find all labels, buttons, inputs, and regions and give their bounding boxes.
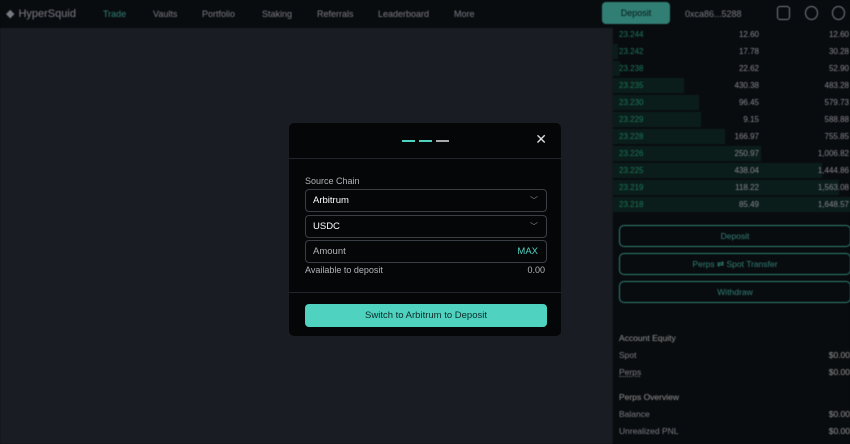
gear-icon[interactable]	[832, 6, 845, 20]
size: 17.78	[738, 47, 759, 56]
size: 166.97	[734, 132, 759, 141]
orderbook-row[interactable]: 23.226 250.97 1,006.82	[613, 145, 850, 162]
orderbook-row[interactable]: 23.244 12.60 12.60	[613, 26, 850, 43]
transfer-button[interactable]: Perps ⇄ Spot Transfer	[619, 253, 850, 275]
perps-label: Perps	[619, 367, 642, 377]
nav-staking[interactable]: Staking	[262, 9, 292, 19]
orderbook-row[interactable]: 23.242 17.78 30.28	[613, 43, 850, 60]
nav-trade[interactable]: Trade	[103, 9, 126, 19]
size: 250.97	[734, 149, 759, 158]
globe-icon[interactable]	[805, 6, 818, 20]
nav-referrals[interactable]: Referrals	[317, 9, 354, 19]
orderbook-row[interactable]: 23.228 166.97 755.85	[613, 128, 850, 145]
upnl-value: $0.00	[828, 426, 850, 436]
nav-portfolio[interactable]: Portfolio	[202, 9, 235, 19]
price: 23.235	[619, 81, 644, 90]
orderbook-row[interactable]: 23.235 430.38 483.28	[613, 77, 850, 94]
orderbook-row[interactable]: 23.238 22.62 52.90	[613, 60, 850, 77]
available-value: 0.00	[527, 265, 545, 275]
step-3	[436, 140, 449, 142]
nav-more[interactable]: More	[454, 9, 475, 19]
header-deposit-button[interactable]: Deposit	[602, 2, 670, 24]
size: 9.15	[743, 115, 759, 124]
price: 23.219	[619, 183, 644, 192]
divider	[289, 158, 561, 159]
right-panel: 23.244 12.60 12.60 23.242 17.78 30.28 23.238 22…	[612, 28, 850, 444]
balance-label: Balance	[619, 409, 650, 419]
source-chain-label: Source Chain	[305, 176, 360, 186]
perps-value: $0.00	[828, 367, 850, 377]
total: 1,444.86	[817, 166, 849, 175]
deposit-modal: ✕ Source Chain Arbitrum ﹀ USDC ﹀ Amount MAX…	[288, 122, 562, 337]
total: 52.90	[828, 64, 849, 73]
total: 588.88	[824, 115, 849, 124]
total: 483.28	[824, 81, 849, 90]
orderbook-row[interactable]: 23.229 9.15 588.88	[613, 111, 850, 128]
size: 96.45	[738, 98, 759, 107]
total: 755.85	[824, 132, 849, 141]
spot-label: Spot	[619, 350, 637, 360]
chevron-down-icon: ﹀	[530, 222, 538, 231]
price: 23.242	[619, 47, 644, 56]
orderbook-row[interactable]: 23.230 96.45 579.73	[613, 94, 850, 111]
top-nav: ◆ HyperSquid Trade Vaults Portfolio Staki…	[0, 0, 850, 28]
size: 85.49	[738, 200, 759, 209]
total: 579.73	[824, 98, 849, 107]
orderbook-row[interactable]: 23.218 85.49 1,648.57	[613, 196, 850, 213]
orderbook-row[interactable]: 23.225 438.04 1,444.86	[613, 162, 850, 179]
total: 1,006.82	[817, 149, 849, 158]
price: 23.225	[619, 166, 644, 175]
switch-network-button[interactable]: Switch to Arbitrum to Deposit	[305, 304, 547, 327]
logo-text: HyperSquid	[18, 7, 76, 20]
divider	[289, 292, 561, 293]
price: 23.238	[619, 64, 644, 73]
depth-bar	[613, 180, 840, 195]
available-label: Available to deposit	[305, 265, 383, 275]
withdraw-button[interactable]: Withdraw	[619, 281, 850, 303]
max-button[interactable]: MAX	[517, 241, 538, 262]
account-equity-title: Account Equity	[619, 333, 676, 343]
perps-overview-title: Perps Overview	[619, 392, 679, 402]
nav-vaults[interactable]: Vaults	[153, 9, 177, 19]
size: 438.04	[734, 166, 759, 175]
panel-deposit-button[interactable]: Deposit	[619, 225, 850, 247]
total: 30.28	[828, 47, 849, 56]
balance-value: $0.00	[828, 409, 850, 419]
size: 22.62	[738, 64, 759, 73]
token-select[interactable]: USDC ﹀	[305, 215, 547, 238]
amount-input[interactable]: Amount MAX	[305, 240, 547, 263]
price: 23.229	[619, 115, 644, 124]
logo[interactable]: ◆ HyperSquid	[6, 7, 76, 21]
price: 23.230	[619, 98, 644, 107]
step-1	[402, 140, 415, 142]
chain-select[interactable]: Arbitrum ﹀	[305, 189, 547, 212]
token-value: USDC	[313, 221, 340, 232]
step-2	[419, 140, 432, 142]
spot-value: $0.00	[828, 350, 850, 360]
total: 12.60	[828, 30, 849, 39]
price: 23.244	[619, 30, 644, 39]
chain-value: Arbitrum	[313, 195, 349, 206]
size: 118.22	[735, 183, 759, 192]
amount-placeholder: Amount	[313, 246, 346, 257]
depth-bar	[613, 197, 850, 212]
wallet-address[interactable]: 0xca86...5288	[685, 9, 742, 19]
size: 430.38	[734, 81, 759, 90]
close-icon[interactable]: ✕	[535, 131, 547, 148]
chevron-down-icon: ﹀	[530, 196, 538, 205]
total: 1,648.57	[817, 200, 849, 209]
step-indicator	[402, 140, 449, 142]
depth-bar	[613, 163, 823, 178]
price: 23.228	[619, 132, 644, 141]
price: 23.218	[619, 200, 644, 209]
size: 12.60	[738, 30, 759, 39]
upnl-label: Unrealized PNL	[619, 426, 679, 436]
logo-icon: ◆	[6, 8, 15, 20]
orderbook-row[interactable]: 23.219 118.22 1,563.08	[613, 179, 850, 196]
notifications-icon[interactable]	[777, 6, 790, 20]
nav-leaderboard[interactable]: Leaderboard	[378, 9, 429, 19]
total: 1,563.08	[817, 183, 849, 192]
depth-bar	[613, 44, 618, 59]
price: 23.226	[619, 149, 644, 158]
